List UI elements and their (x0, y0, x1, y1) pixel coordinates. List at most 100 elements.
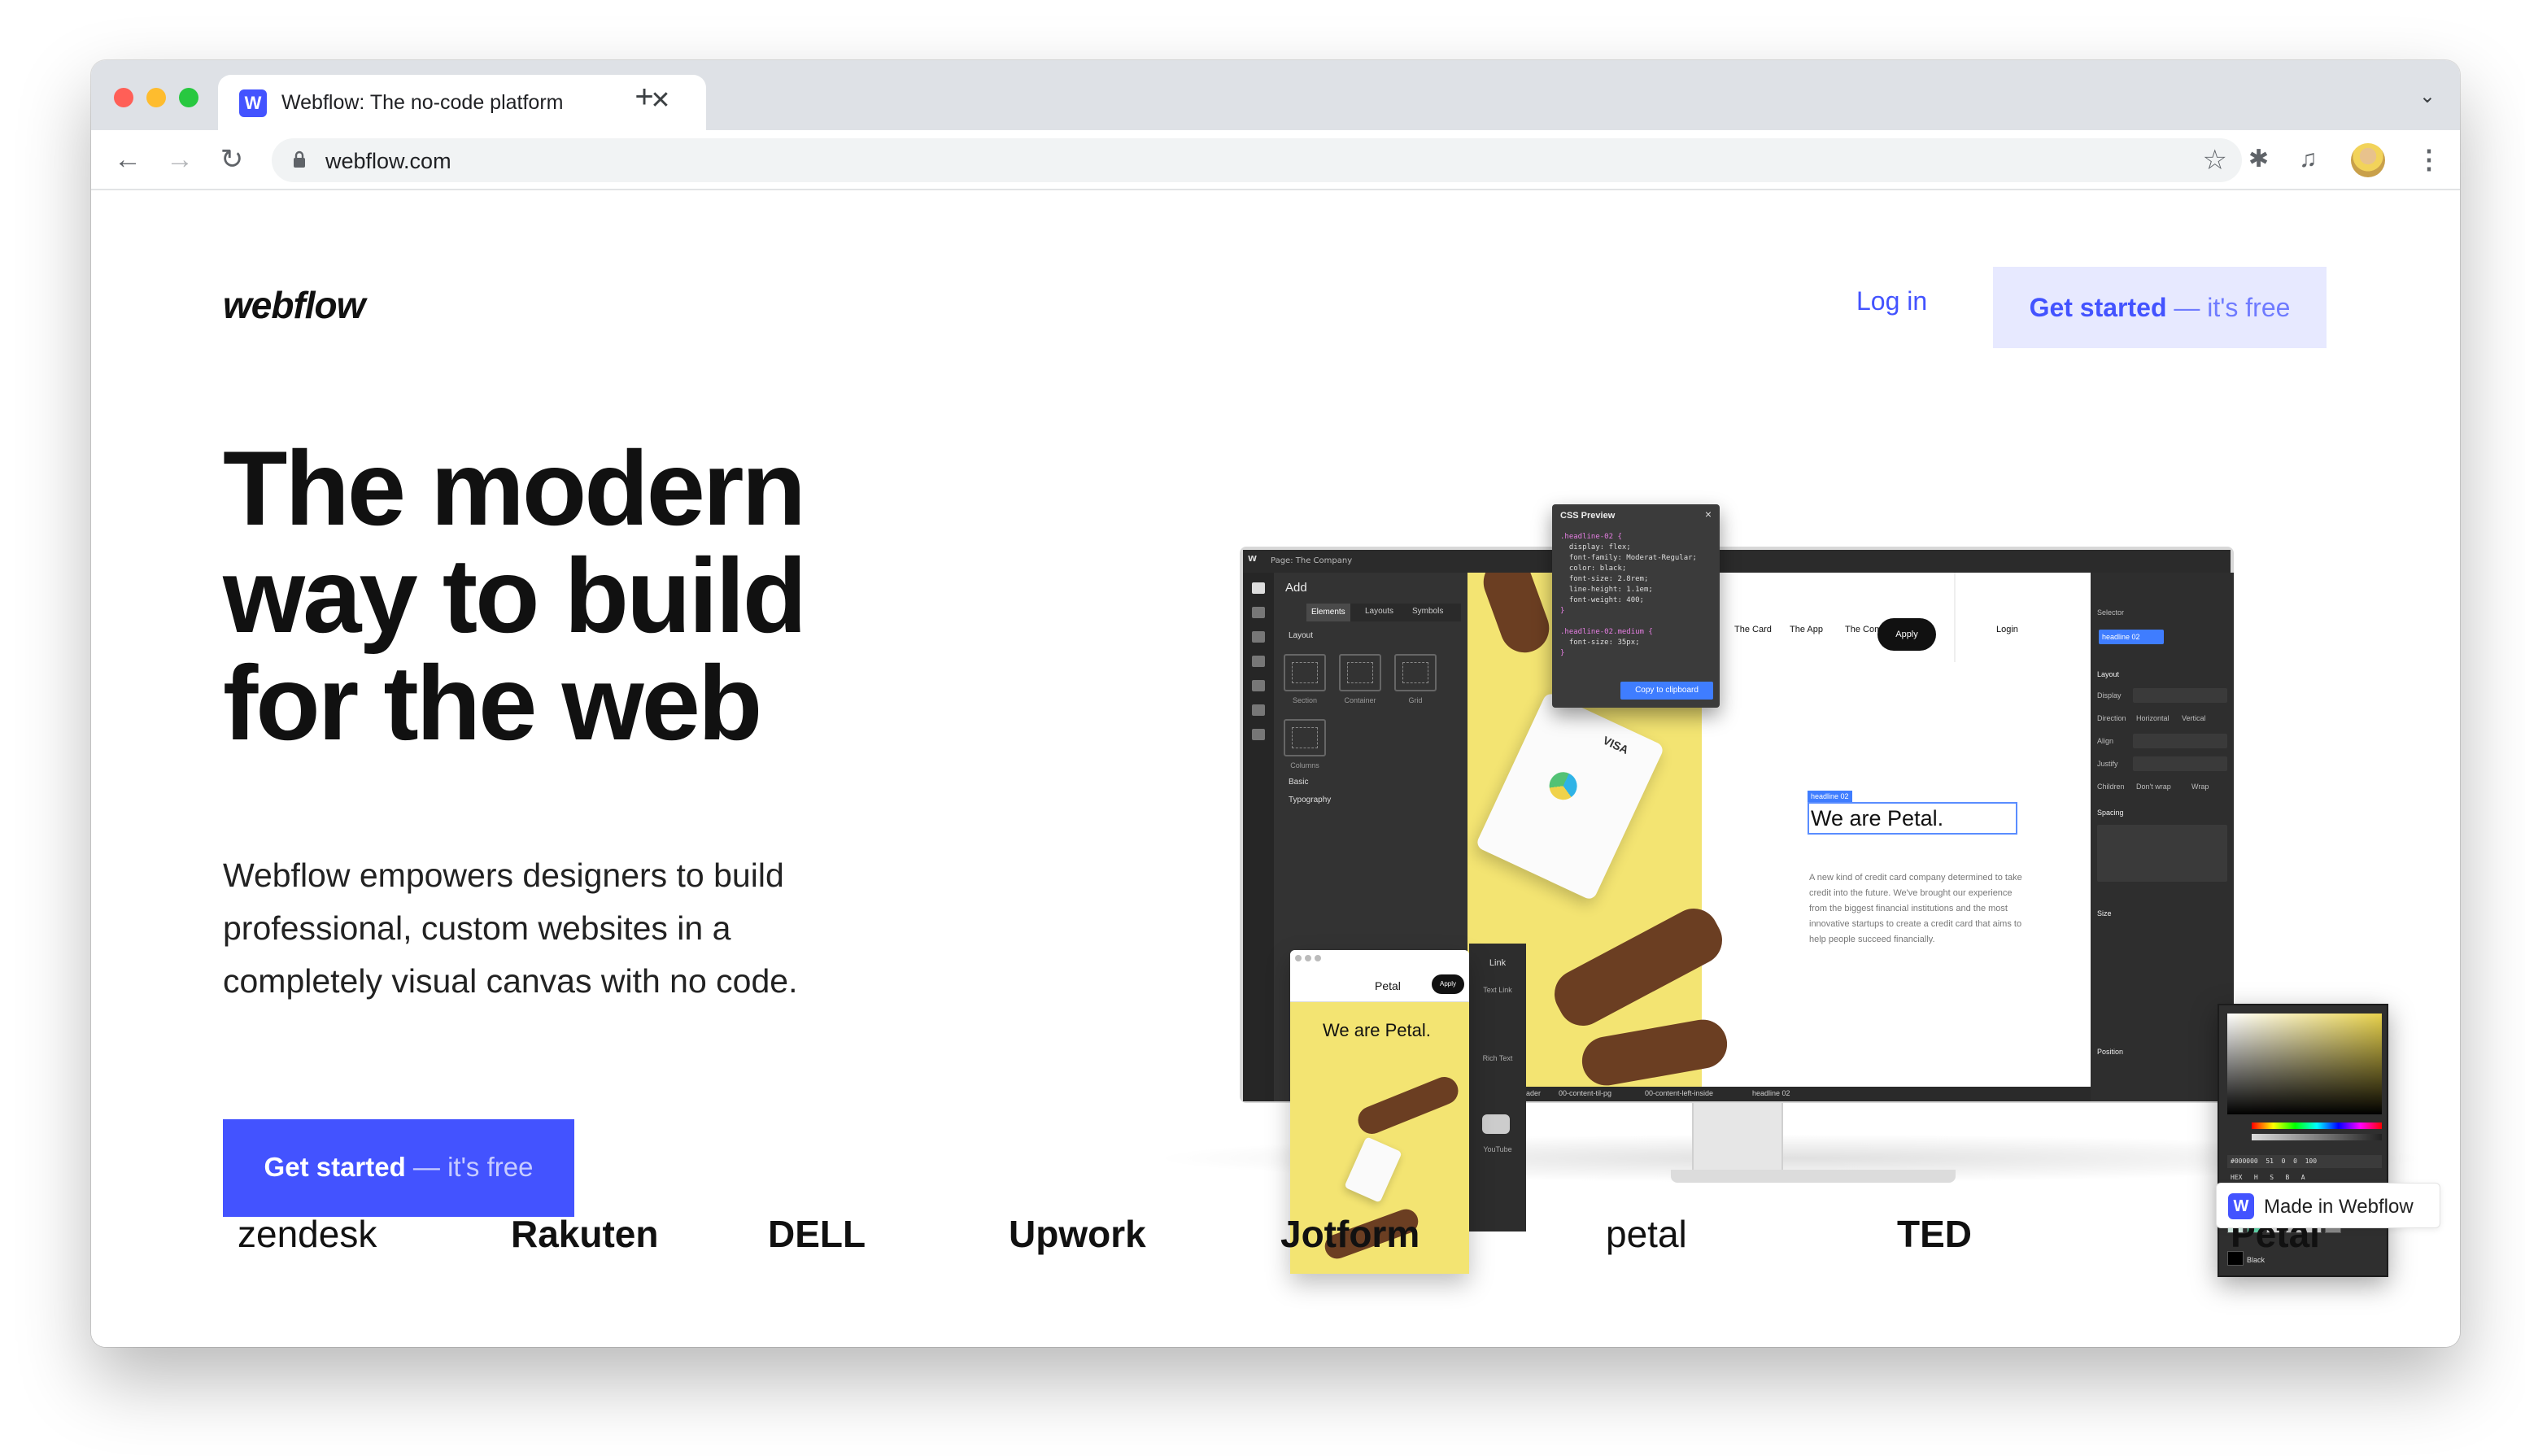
style-row-value: Vertical (2182, 714, 2206, 722)
close-window-button[interactable] (114, 88, 133, 107)
breadcrumb-item: 00-content-til-pg (1559, 1089, 1612, 1097)
columns-element-icon (1284, 719, 1326, 756)
credit-card: VISA (1475, 691, 1665, 901)
left-rail (1243, 573, 1274, 1101)
style-row-label: Direction (2097, 714, 2126, 722)
style-row-value: Wrap (2191, 782, 2209, 791)
tab-symbols: Symbols (1412, 607, 1444, 616)
code-line: font-size: 2.8rem; (1560, 575, 1649, 583)
hero-title-line: The modern (223, 429, 806, 547)
reload-icon[interactable]: ↻ (215, 143, 249, 177)
tab-layouts: Layouts (1365, 607, 1394, 616)
element-caption: Grid (1408, 696, 1423, 704)
hero-subtitle: Webflow empowers designers to build prof… (223, 857, 798, 1000)
extensions-puzzle-icon[interactable]: ✱ (2248, 143, 2269, 176)
get-started-header-button[interactable]: Get started — it's free (1993, 267, 2327, 348)
css-preview-title: CSS Preview (1560, 511, 1616, 521)
url-text: webflow.com (325, 149, 451, 173)
mobile-credit-card (1344, 1136, 1402, 1203)
basic-section-label: Basic (1289, 778, 1309, 787)
monitor-base (1671, 1170, 1956, 1183)
webflow-badge-icon: W (2228, 1193, 2254, 1219)
media-control-icon[interactable]: ♫ (2299, 143, 2318, 176)
hero-title-line: for the web (223, 643, 762, 762)
css-code: .headline-02 { display: flex; font-famil… (1560, 532, 1697, 659)
navigator-icon (1252, 607, 1265, 618)
tile-label: Text Link (1483, 986, 1512, 994)
style-row-label: Align (2097, 737, 2114, 745)
browser-menu-icon[interactable]: ⋮ (2416, 143, 2442, 176)
cta-suffix: — it's free (405, 1152, 534, 1182)
back-arrow-icon[interactable]: ← (111, 143, 145, 177)
bookmark-star-icon[interactable]: ☆ (2203, 144, 2227, 177)
grid-element-icon (1394, 654, 1437, 691)
typography-section-label: Typography (1289, 796, 1332, 804)
customer-logo: Rakuten (511, 1213, 659, 1255)
code-line: .headline-02.medium { (1560, 628, 1653, 636)
selector-chip: headline 02 (2099, 630, 2164, 644)
selected-heading: We are Petal. (1808, 802, 2017, 835)
zoom-window-button[interactable] (179, 88, 198, 107)
nav-link: The App (1790, 625, 1823, 634)
assets-icon (1252, 704, 1265, 716)
code-line: font-weight: 400; (1560, 596, 1644, 604)
browser-window: W Webflow: The no-code platform ✕ + ⌄ ← … (91, 60, 2460, 1347)
mobile-brand: Petal (1375, 979, 1401, 992)
settings-icon (1252, 729, 1265, 740)
customer-logo: petal (1606, 1213, 1687, 1255)
minimize-window-button[interactable] (146, 88, 166, 107)
profile-avatar[interactable] (2351, 143, 2385, 177)
css-preview-popup: CSS Preview × .headline-02 { display: fl… (1552, 504, 1720, 708)
spacing-box (2097, 825, 2227, 882)
style-row-label: Display (2097, 691, 2122, 700)
copy-to-clipboard-button: Copy to clipboard (1620, 682, 1713, 700)
selector-label: Selector (2097, 608, 2125, 617)
cta-suffix: — it's free (2166, 293, 2291, 322)
ecommerce-icon (1252, 680, 1265, 691)
element-tiles: Link Text Link Rich Text YouTube (1469, 944, 1526, 1231)
nav-login: Login (1996, 625, 2018, 634)
get-started-hero-button[interactable]: Get started — it's free (223, 1119, 574, 1217)
page-label: Page: The Company (1271, 556, 1353, 565)
canvas-paragraph: A new kind of credit card company determ… (1809, 873, 2022, 944)
new-tab-button[interactable]: + (628, 81, 661, 114)
selection-badge: headline 02 (1808, 791, 1852, 802)
webflow-favicon-icon: W (239, 89, 267, 117)
style-section-label: Position (2097, 1048, 2124, 1056)
tab-bar: W Webflow: The no-code platform ✕ + ⌄ (91, 60, 2460, 130)
element-caption: Columns (1290, 761, 1319, 769)
code-line: line-height: 1.1em; (1560, 586, 1653, 594)
code-line: } (1560, 649, 1565, 657)
login-link[interactable]: Log in (1856, 286, 1927, 316)
forward-arrow-icon[interactable]: → (163, 143, 197, 177)
window-dots (1295, 953, 1344, 961)
tab-elements: Elements (1306, 604, 1350, 621)
breadcrumb-item: headline 02 (1752, 1089, 1790, 1097)
close-icon: × (1704, 508, 1712, 521)
breadcrumb: 00-half-in-half-header 00-content-til-pg… (1467, 1087, 2091, 1101)
webflow-logo[interactable]: webflow (223, 283, 365, 327)
add-panel-tabs: Elements Layouts Symbols (1306, 604, 1461, 621)
browser-toolbar: ← → ↻ webflow.com ☆ ✱ ♫ ⋮ (91, 130, 2460, 190)
youtube-icon (1482, 1114, 1510, 1134)
tab-title: Webflow: The no-code platform (281, 91, 564, 114)
customer-logo: Upwork (1009, 1213, 1146, 1255)
style-section-label: Spacing (2097, 809, 2124, 817)
tile-label: Link (1489, 958, 1507, 968)
card-brand: VISA (1601, 733, 1631, 757)
lock-icon (294, 150, 305, 168)
tab-search-chevron-icon[interactable]: ⌄ (2419, 85, 2436, 108)
made-in-webflow-badge[interactable]: W Made in Webflow (2216, 1183, 2440, 1228)
tile-label: Rich Text (1482, 1054, 1513, 1062)
hex-input: #000000 51 0 0 100 (2227, 1155, 2382, 1168)
element-caption: Container (1344, 696, 1376, 704)
tile-label: YouTube (1483, 1145, 1512, 1153)
address-bar[interactable]: webflow.com ☆ (272, 138, 2242, 182)
pages-icon (1252, 631, 1265, 643)
customer-logo: Jotform (1280, 1213, 1420, 1255)
style-row-label: Justify (2097, 760, 2118, 768)
code-line: } (1560, 607, 1565, 615)
webpage: webflow Log in Get started — it's free T… (91, 190, 2460, 1347)
hue-slider (2252, 1123, 2382, 1129)
code-line: .headline-02 { (1560, 533, 1622, 541)
